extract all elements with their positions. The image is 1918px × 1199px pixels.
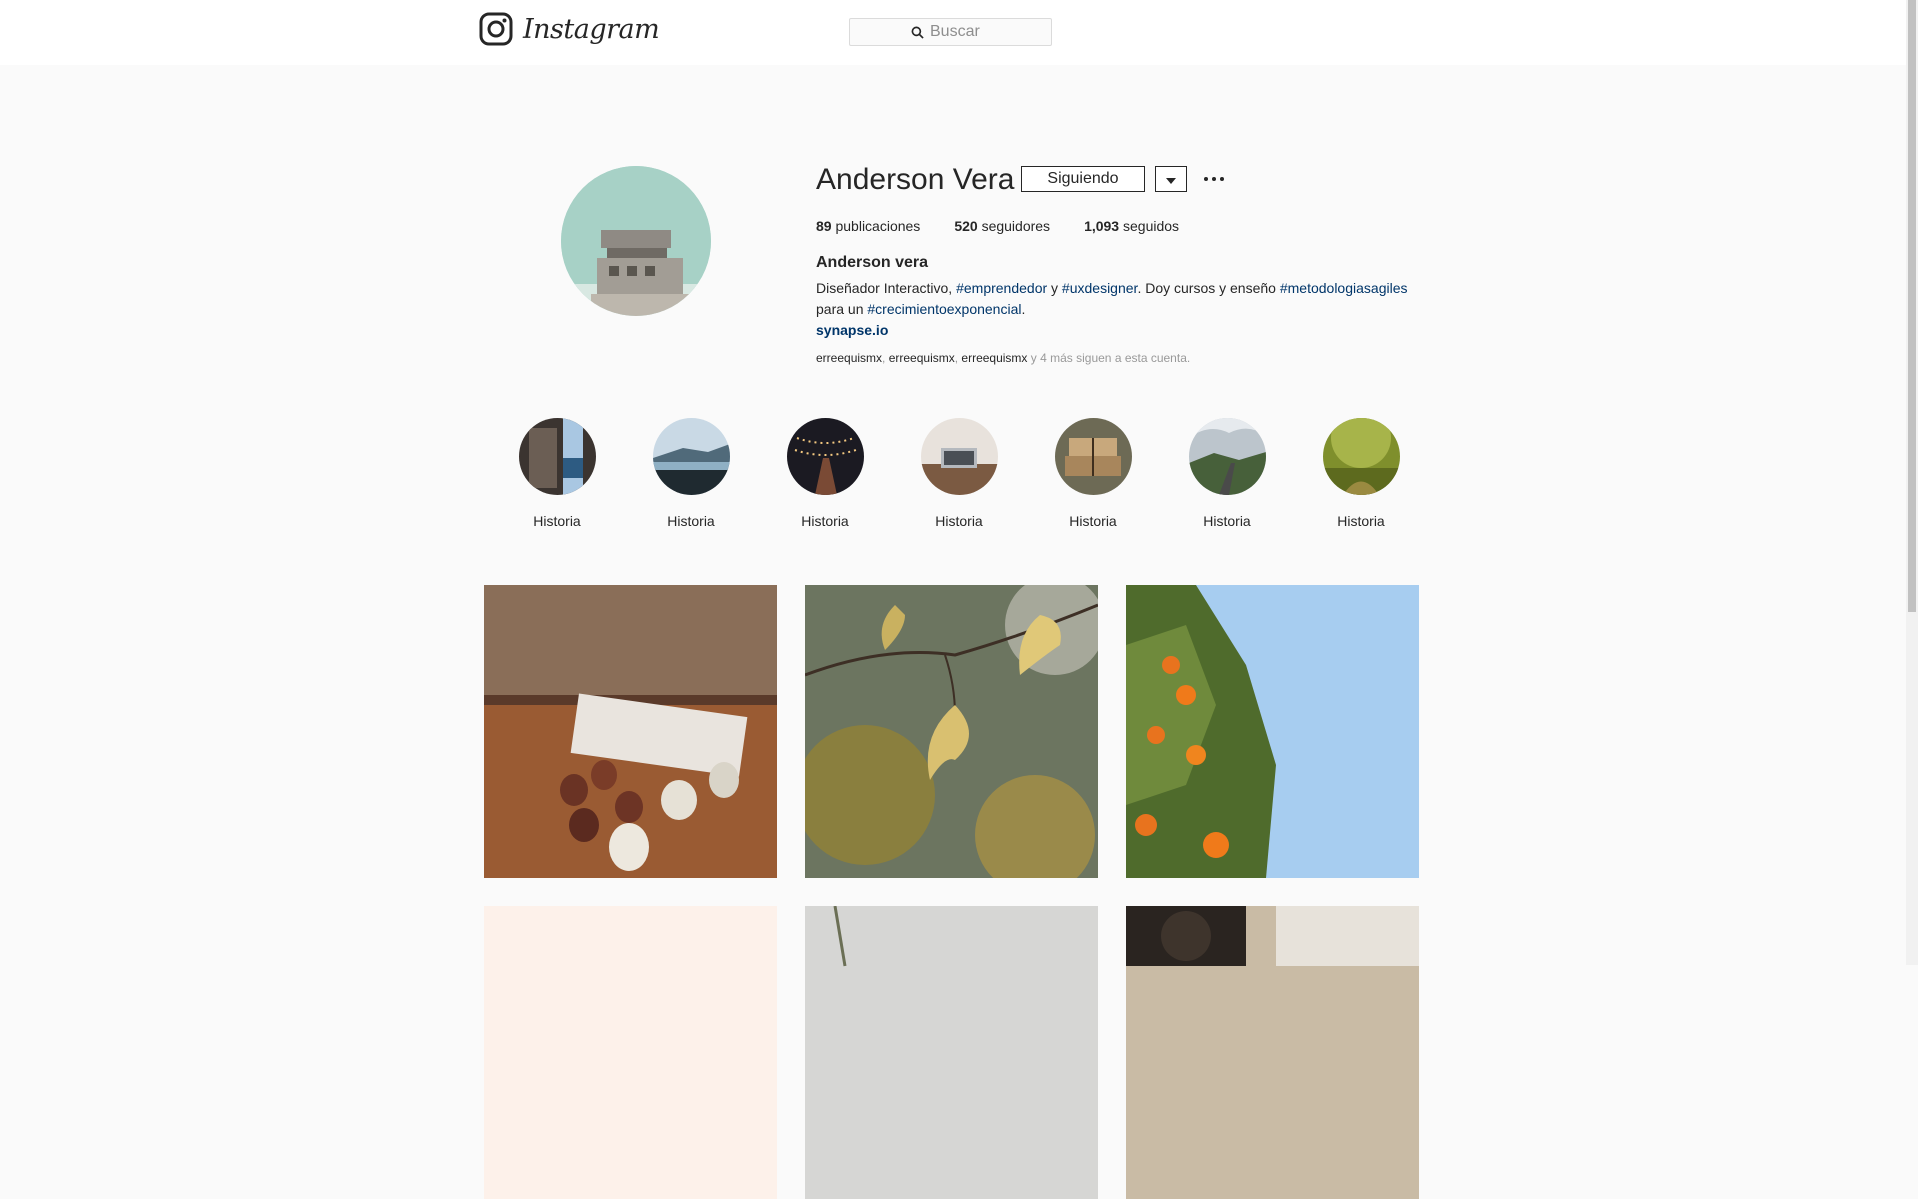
post-image — [484, 585, 777, 878]
avatar-photo — [561, 166, 711, 316]
story-thumbnail — [518, 418, 596, 495]
post-thumbnail[interactable] — [484, 585, 777, 878]
stat-followers-count: 520 — [954, 218, 978, 234]
search-box[interactable] — [849, 18, 1052, 46]
post-thumbnail[interactable] — [805, 906, 1098, 1199]
bio-text: . — [1021, 301, 1026, 317]
profile-username: Anderson Vera — [816, 163, 1015, 196]
profile-full-name: Anderson vera — [816, 254, 929, 271]
instagram-camera-icon — [479, 12, 513, 46]
hashtag-link[interactable]: #emprendedor — [956, 280, 1047, 296]
stat-following-label: seguidos — [1123, 218, 1180, 234]
post-image — [484, 906, 777, 1199]
stat-posts-count: 89 — [816, 218, 832, 234]
story-highlights: Historia Historia Historia Historia Hist… — [490, 418, 1428, 529]
post-thumbnail[interactable] — [484, 906, 777, 1199]
hashtag-link[interactable]: #metodologiasagiles — [1280, 280, 1408, 296]
stat-posts: 89 publicaciones — [816, 218, 920, 234]
follower-account: erreequismx — [888, 351, 955, 365]
post-image — [1126, 585, 1419, 878]
following-button[interactable]: Siguiendo — [1021, 166, 1145, 192]
story-label: Historia — [801, 513, 849, 529]
stat-following-count: 1,093 — [1084, 218, 1120, 234]
instagram-wordmark: Instagram — [523, 13, 660, 45]
follower-account: erreequismx — [961, 351, 1028, 365]
separator: , — [882, 351, 889, 365]
story-thumbnail — [652, 418, 730, 495]
search-input[interactable] — [930, 23, 990, 41]
story-label: Historia — [667, 513, 715, 529]
story-label: Historia — [935, 513, 983, 529]
bio-text: . Doy cursos y enseño — [1137, 280, 1280, 296]
scrollbar-thumb[interactable] — [1908, 0, 1916, 612]
followed-by-text[interactable]: erreequismx, erreequismx, erreequismx y … — [816, 351, 1190, 365]
story-thumbnail — [1054, 418, 1132, 495]
story-highlight[interactable]: Historia — [1160, 418, 1294, 529]
bio-text: para un — [816, 301, 868, 317]
story-highlight[interactable]: Historia — [1294, 418, 1428, 529]
bio-text: Diseñador Interactivo, — [816, 280, 957, 296]
search-icon — [911, 26, 924, 39]
follower-account: erreequismx — [816, 351, 883, 365]
post-thumbnail[interactable] — [805, 585, 1098, 878]
story-highlight[interactable]: Historia — [490, 418, 624, 529]
post-image — [1126, 906, 1419, 1199]
post-thumbnail[interactable] — [1126, 585, 1419, 878]
story-thumbnail — [1322, 418, 1400, 495]
story-label: Historia — [1069, 513, 1117, 529]
profile-website-link[interactable]: synapse.io — [816, 322, 888, 338]
dot-icon — [1204, 177, 1208, 181]
hashtag-link[interactable]: #uxdesigner — [1062, 280, 1138, 296]
more-options-button[interactable] — [1204, 170, 1224, 188]
profile-stats: 89 publicaciones 520 seguidores 1,093 se… — [816, 218, 1213, 234]
profile-avatar[interactable] — [561, 166, 711, 316]
caret-down-icon — [1166, 177, 1176, 184]
suggestions-dropdown-button[interactable] — [1155, 166, 1187, 192]
followed-by-rest: y 4 más siguen a esta cuenta. — [1027, 351, 1191, 365]
story-thumbnail — [786, 418, 864, 495]
hashtag-link[interactable]: #crecimientoexponencial — [867, 301, 1021, 317]
story-highlight[interactable]: Historia — [758, 418, 892, 529]
brand-link[interactable]: Instagram — [479, 12, 660, 46]
story-label: Historia — [1203, 513, 1251, 529]
post-thumbnail[interactable] — [1126, 906, 1419, 1199]
stat-following[interactable]: 1,093 seguidos — [1084, 218, 1179, 234]
story-thumbnail — [1188, 418, 1266, 495]
story-label: Historia — [1337, 513, 1385, 529]
stat-followers[interactable]: 520 seguidores — [954, 218, 1050, 234]
page-scrollbar[interactable] — [1906, 0, 1918, 965]
post-image — [805, 906, 1098, 1199]
profile-bio: Diseñador Interactivo, #emprendedor y #u… — [816, 278, 1416, 320]
story-label: Historia — [533, 513, 581, 529]
bio-text: y — [1047, 280, 1062, 296]
story-highlight[interactable]: Historia — [624, 418, 758, 529]
top-navigation-bar: Instagram — [0, 0, 1906, 65]
stat-followers-label: seguidores — [981, 218, 1051, 234]
stat-posts-label: publicaciones — [835, 218, 921, 234]
dot-icon — [1220, 177, 1224, 181]
story-thumbnail — [920, 418, 998, 495]
story-highlight[interactable]: Historia — [1026, 418, 1160, 529]
dot-icon — [1212, 177, 1216, 181]
post-image — [805, 585, 1098, 878]
story-highlight[interactable]: Historia — [892, 418, 1026, 529]
